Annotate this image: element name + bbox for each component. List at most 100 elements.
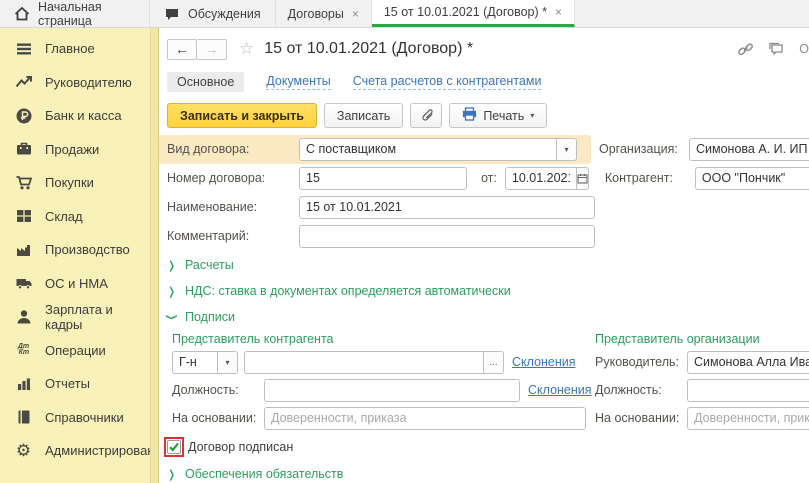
date-input[interactable] — [505, 167, 577, 190]
link-icon[interactable] — [737, 41, 754, 58]
chevron-right-icon: ❭ — [167, 285, 177, 298]
sidebar-item-administration[interactable]: ⚙ Администрирование — [0, 434, 150, 468]
tab-contract-15-close-icon[interactable]: × — [555, 5, 562, 19]
sidebar-item-operations[interactable]: ДтКт Операции — [0, 334, 150, 368]
head-input[interactable] — [687, 351, 809, 374]
section-vat[interactable]: ❭ НДС: ставка в документах определяется … — [167, 282, 809, 300]
page-title: 15 от 10.01.2021 (Договор) * — [264, 40, 473, 58]
declensions-link[interactable]: Склонения — [512, 355, 576, 369]
app-window: Начальная страница Обсуждения Договоры ×… — [0, 0, 809, 483]
name-input[interactable] — [299, 196, 595, 219]
book-icon — [14, 408, 33, 427]
sidebar-item-label: Зарплата и кадры — [45, 302, 140, 332]
position-input-left[interactable] — [264, 379, 520, 402]
home-page-button[interactable]: Начальная страница — [0, 0, 150, 27]
rep-name-input[interactable] — [244, 351, 484, 374]
sidebar-item-label: Отчеты — [45, 376, 90, 391]
briefcase-icon — [14, 140, 33, 159]
contract-signed-checkbox[interactable] — [167, 440, 181, 454]
tab-settlement-accounts[interactable]: Счета расчетов с контрагентами — [353, 74, 542, 90]
save-button[interactable]: Записать — [324, 103, 403, 128]
section-calculations[interactable]: ❭ Расчеты — [167, 256, 809, 274]
sidebar-item-production[interactable]: Производство — [0, 233, 150, 267]
discussions-button[interactable]: Обсуждения — [150, 0, 276, 27]
sidebar-item-label: Банк и касса — [45, 108, 122, 123]
discussions-icon — [164, 6, 180, 22]
comment-label: Комментарий: — [167, 229, 299, 243]
sidebar-item-label: Продажи — [45, 142, 99, 157]
home-page-label: Начальная страница — [38, 0, 135, 28]
sidebar-item-os-nma[interactable]: ОС и НМА — [0, 267, 150, 301]
sidebar-item-label: Руководителю — [45, 75, 132, 90]
sidebar-item-label: Справочники — [45, 410, 124, 425]
sidebar-item-label: Покупки — [45, 175, 94, 190]
discussions-label: Обсуждения — [188, 7, 261, 21]
salutation-input[interactable] — [172, 351, 218, 374]
sidebar-item-warehouse[interactable]: Склад — [0, 200, 150, 234]
tab-contracts-close-icon[interactable]: × — [352, 7, 359, 21]
attachment-button[interactable] — [410, 103, 442, 128]
tab-contracts-label: Договоры — [288, 7, 344, 21]
barchart-icon — [14, 374, 33, 393]
section-signatures[interactable]: ❭ Подписи — [167, 308, 809, 326]
truck-icon — [14, 274, 33, 293]
counterparty-rep-title: Представитель контрагента — [167, 332, 595, 346]
basis-input-left[interactable] — [264, 407, 586, 430]
gear-icon: ⚙ — [14, 441, 33, 460]
corner-truncated-label: О — [799, 42, 809, 56]
org-rep-title: Представитель организации — [595, 332, 760, 346]
sidebar-item-main[interactable]: Главное — [0, 32, 150, 66]
grid-icon — [14, 207, 33, 226]
contract-signed-row: Договор подписан — [167, 437, 809, 457]
sidebar-item-label: Производство — [45, 242, 130, 257]
tab-contract-15-active[interactable]: 15 от 10.01.2021 (Договор) * × — [372, 0, 575, 27]
sidebar-item-sales[interactable]: Продажи — [0, 133, 150, 167]
contract-form: ← → ☆ 15 от 10.01.2021 (Договор) * О Осн… — [159, 28, 809, 483]
comment-input[interactable] — [299, 225, 595, 248]
sidebar-item-purchases[interactable]: Покупки — [0, 166, 150, 200]
basis-input-right[interactable] — [687, 407, 809, 430]
tab-documents[interactable]: Документы — [266, 74, 330, 90]
counterparty-input[interactable] — [695, 167, 809, 190]
chevron-right-icon: ❭ — [167, 468, 177, 481]
dtkt-icon: ДтКт — [14, 341, 33, 360]
toolbar: Записать и закрыть Записать Печать ▾ — [167, 102, 809, 129]
sidebar-item-manager[interactable]: Руководителю — [0, 66, 150, 100]
document-header: ← → ☆ 15 от 10.01.2021 (Договор) * О — [167, 36, 809, 62]
forward-button[interactable]: → — [197, 39, 227, 60]
position-input-right[interactable] — [687, 379, 809, 402]
cart-icon — [14, 173, 33, 192]
contract-type-row: Вид договора: ▾ Организация: — [167, 137, 809, 161]
contract-type-highlight: Вид договора: ▾ — [159, 135, 591, 164]
calendar-icon[interactable] — [577, 167, 589, 190]
rep-name-row: ▾ ... Склонения Руководитель: — [167, 350, 809, 374]
sidebar-item-directories[interactable]: Справочники — [0, 401, 150, 435]
contract-type-dropdown-icon[interactable]: ▾ — [557, 138, 577, 161]
sidebar-item-salary-hr[interactable]: Зарплата и кадры — [0, 300, 150, 334]
favorite-star-icon[interactable]: ☆ — [239, 39, 254, 59]
declensions-link[interactable]: Склонения — [528, 383, 592, 397]
sidebar-item-label: ОС и НМА — [45, 276, 108, 291]
tab-main[interactable]: Основное — [167, 72, 244, 92]
form-nav-tabs: Основное Документы Счета расчетов с конт… — [167, 71, 809, 93]
contract-type-input[interactable] — [299, 138, 557, 161]
contract-number-row: Номер договора: от: Контрагент: — [167, 166, 809, 190]
save-and-close-button[interactable]: Записать и закрыть — [167, 103, 317, 128]
date-label: от: — [481, 171, 497, 185]
contract-number-input[interactable] — [299, 167, 467, 190]
section-securities[interactable]: ❭ Обеспечения обязательств — [167, 465, 809, 483]
rep-name-choose-icon[interactable]: ... — [484, 351, 504, 374]
salutation-dropdown-icon[interactable]: ▾ — [218, 351, 238, 374]
discussion-bubbles-icon[interactable] — [768, 41, 785, 58]
organization-input[interactable] — [689, 138, 809, 161]
contract-number-label: Номер договора: — [167, 171, 299, 185]
sidebar-item-reports[interactable]: Отчеты — [0, 367, 150, 401]
back-button[interactable]: ← — [167, 39, 197, 60]
sidebar-item-label: Главное — [45, 41, 95, 56]
basis-label-left: На основании: — [172, 411, 264, 425]
sidebar: Главное Руководителю Банк и касса Продаж… — [0, 28, 150, 483]
sidebar-item-bank-cash[interactable]: Банк и касса — [0, 99, 150, 133]
tab-contracts[interactable]: Договоры × — [276, 0, 372, 27]
print-button[interactable]: Печать ▾ — [449, 103, 547, 128]
position-label-right: Должность: — [595, 383, 687, 397]
